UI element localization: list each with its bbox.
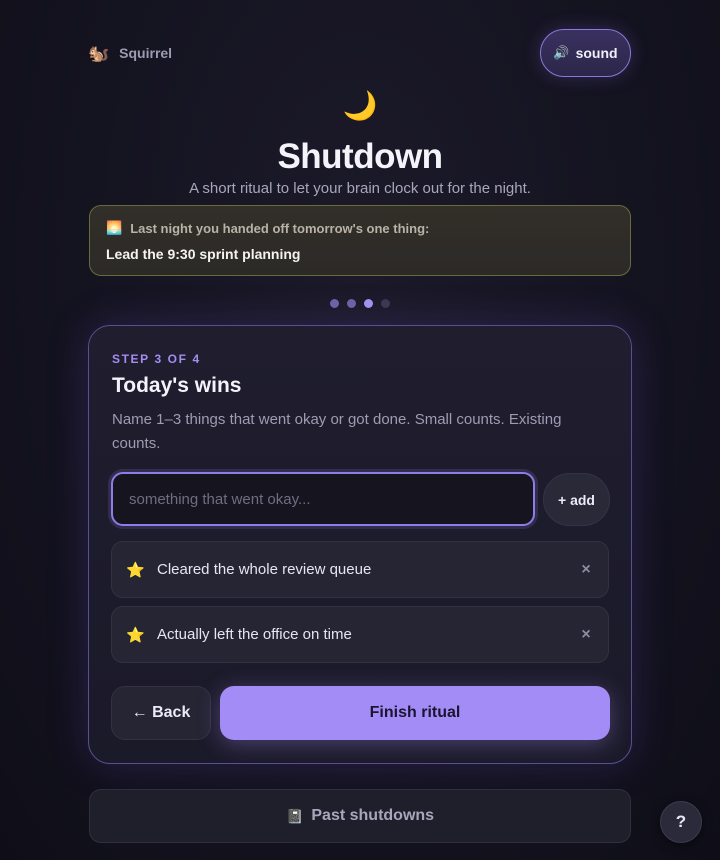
- shutdown-page: 🐿️ Squirrel 🔊 sound 🌙 Shutdown A short r…: [0, 0, 720, 860]
- win-text: Cleared the whole review queue: [157, 561, 372, 578]
- speaker-icon: 🔊: [553, 45, 570, 60]
- handoff-header: 🌅 Last night you handed off tomorrow's o…: [106, 220, 614, 236]
- step-progress-dots: [0, 299, 720, 308]
- brand-name: Squirrel: [119, 45, 173, 61]
- step-dot: [347, 299, 356, 308]
- remove-win-button[interactable]: ×: [578, 626, 594, 644]
- step-label: STEP 3 OF 4: [112, 352, 201, 366]
- page-title: Shutdown: [277, 137, 443, 176]
- handoff-label: Last night you handed off tomorrow's one…: [130, 220, 430, 236]
- win-input[interactable]: [111, 472, 535, 526]
- page-subtitle: A short ritual to let your brain clock o…: [189, 180, 531, 197]
- win-text: Actually left the office on time: [157, 626, 352, 643]
- sound-label: sound: [575, 45, 618, 61]
- star-icon: ⭐: [126, 626, 145, 644]
- past-shutdowns-button[interactable]: 📓 Past shutdowns: [89, 789, 631, 843]
- sunrise-icon: 🌅: [106, 220, 123, 235]
- help-button[interactable]: ?: [660, 801, 702, 843]
- win-item: ⭐ Cleared the whole review queue ×: [111, 541, 609, 598]
- star-icon: ⭐: [126, 561, 145, 579]
- handoff-value: Lead the 9:30 sprint planning: [106, 246, 301, 262]
- squirrel-icon: 🐿️: [88, 43, 110, 63]
- moon-icon: 🌙: [342, 90, 378, 121]
- finish-ritual-button[interactable]: Finish ritual: [220, 686, 610, 740]
- sound-toggle-button[interactable]: 🔊 sound: [540, 29, 631, 77]
- handoff-banner: 🌅 Last night you handed off tomorrow's o…: [89, 205, 631, 276]
- past-shutdowns-label: Past shutdowns: [311, 807, 435, 824]
- back-button[interactable]: ← Back: [111, 686, 211, 740]
- step-card: STEP 3 OF 4 Today's wins Name 1–3 things…: [88, 325, 632, 764]
- step-dot: [364, 299, 373, 308]
- step-title: Today's wins: [112, 374, 242, 397]
- win-item: ⭐ Actually left the office on time ×: [111, 606, 609, 663]
- step-description: Name 1–3 things that went okay or got do…: [112, 411, 562, 452]
- add-win-button[interactable]: + add: [543, 473, 610, 526]
- notebook-icon: 📓: [285, 807, 304, 824]
- step-dot: [381, 299, 390, 308]
- brand[interactable]: 🐿️ Squirrel: [88, 42, 172, 64]
- remove-win-button[interactable]: ×: [578, 561, 594, 579]
- step-dot: [330, 299, 339, 308]
